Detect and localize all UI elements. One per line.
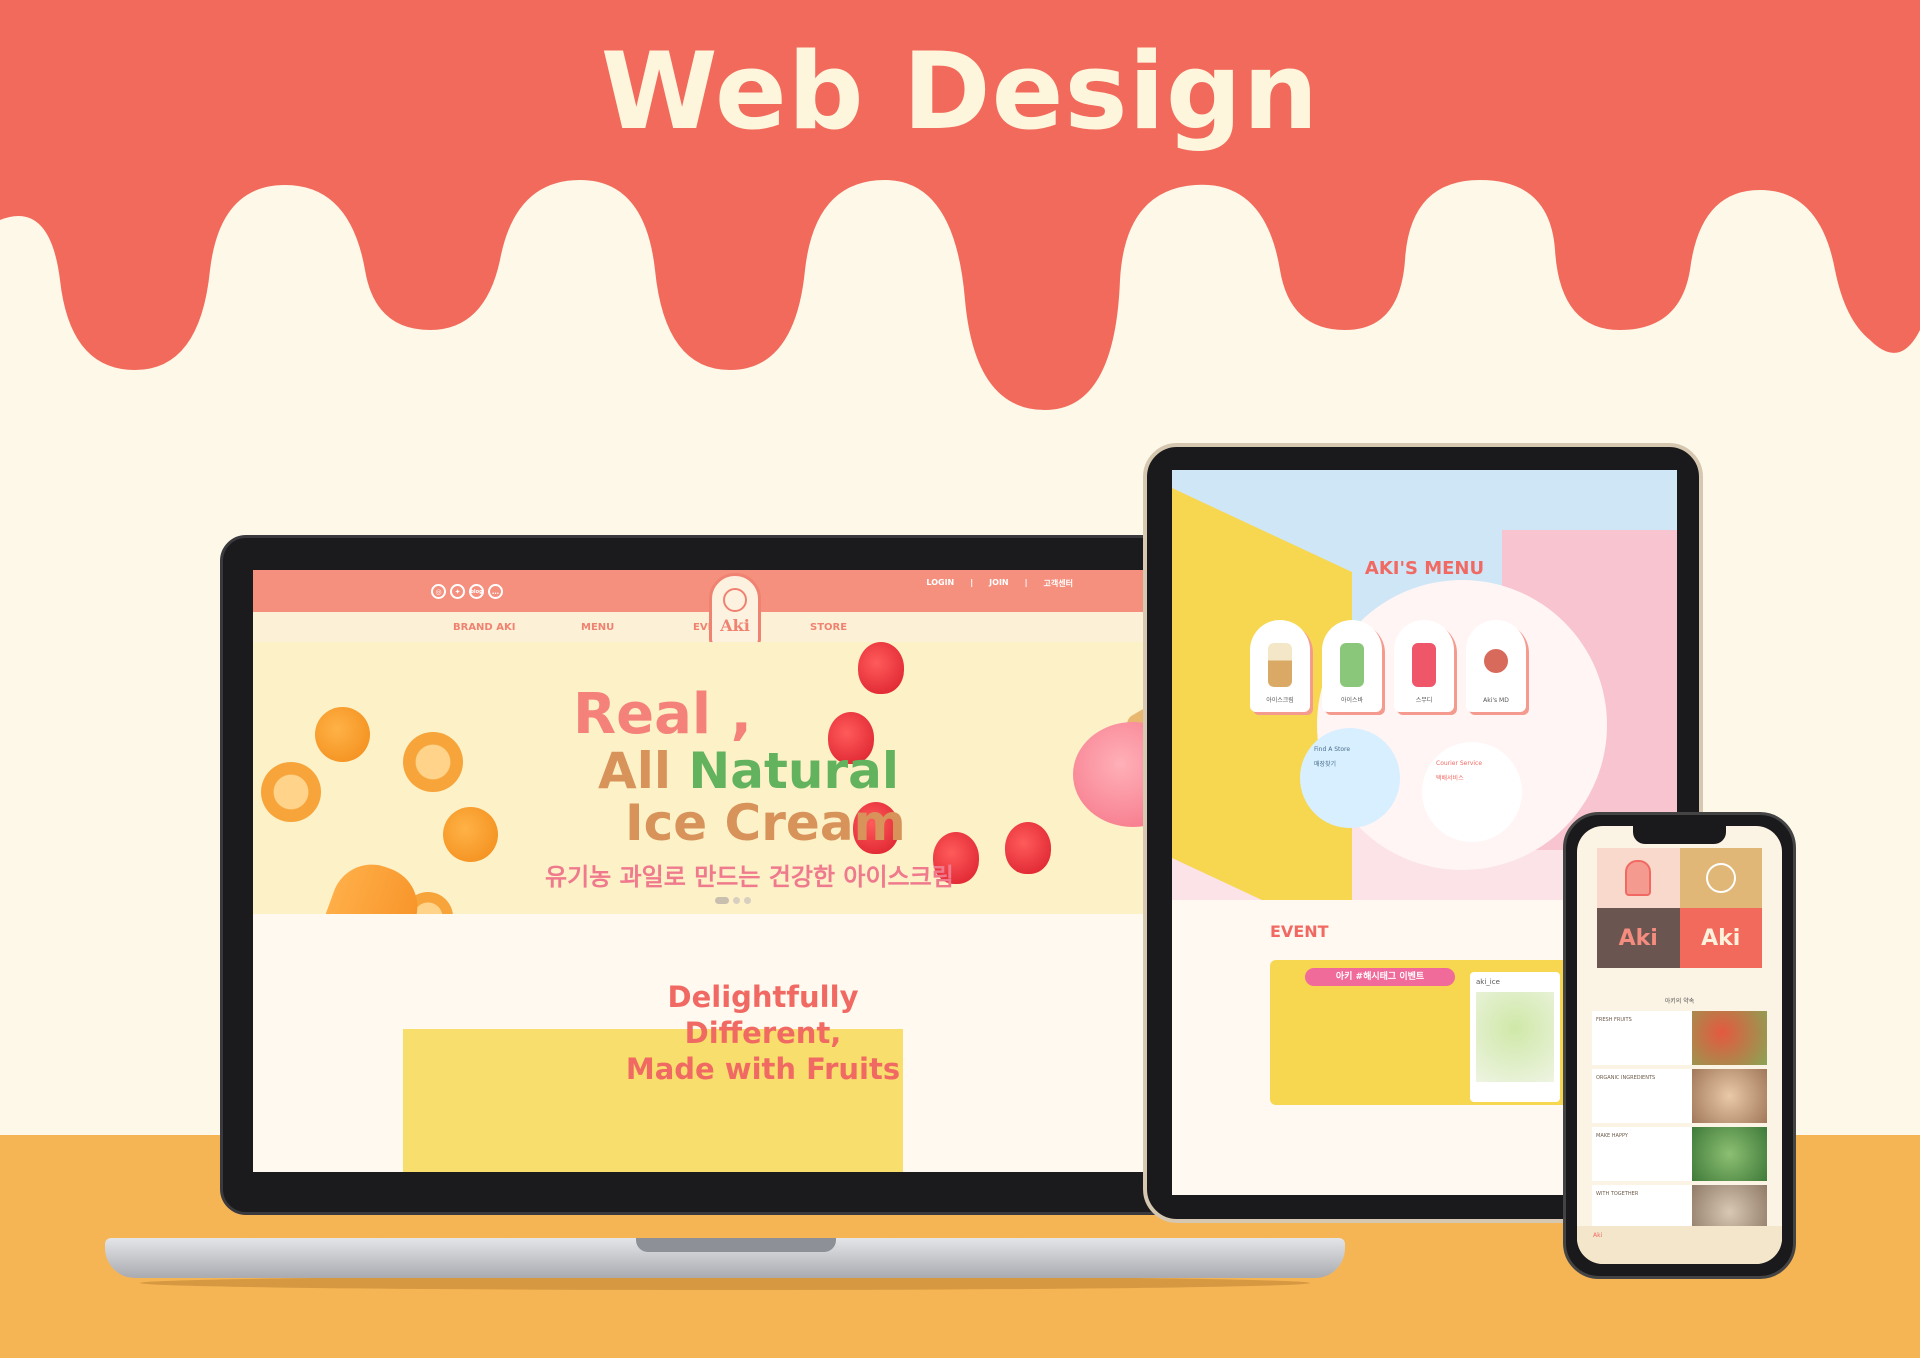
join-link[interactable]: JOIN bbox=[989, 578, 1008, 589]
orange-image bbox=[443, 807, 498, 862]
insta-photo bbox=[1476, 992, 1554, 1082]
page-title: Web Design bbox=[600, 30, 1320, 153]
ice-bar-icon bbox=[1340, 643, 1364, 687]
fruits-photo bbox=[1692, 1011, 1767, 1065]
menu-card-label: 스무디 bbox=[1415, 697, 1433, 704]
customer-center-link[interactable]: 고객센터 bbox=[1044, 578, 1073, 589]
logo-grid: Aki Aki bbox=[1597, 848, 1762, 968]
promise-title: 아키의 약속 bbox=[1664, 998, 1695, 1005]
hero-line-2a: All bbox=[598, 742, 689, 800]
menu-card-md[interactable]: Aki's MD bbox=[1466, 620, 1526, 712]
merch-icon bbox=[1484, 649, 1508, 673]
laptop-notch bbox=[636, 1238, 836, 1252]
carousel-dot-active[interactable] bbox=[715, 897, 729, 904]
hero-line-2: All Natural bbox=[598, 742, 899, 800]
laptop-shadow bbox=[140, 1276, 1310, 1290]
phone-screen: Aki Aki 아키의 약속 FRESH FRUITS ORGANIC INGR… bbox=[1577, 826, 1782, 1264]
logo-cell-coral: Aki bbox=[1679, 908, 1762, 968]
intro-line-2: Different, bbox=[684, 1016, 842, 1050]
find-store-bubble[interactable]: Find A Store 매장찾기 bbox=[1300, 728, 1400, 828]
talk-icon[interactable]: … bbox=[488, 584, 503, 599]
promise-row: ORGANIC INGREDIENTS bbox=[1592, 1069, 1767, 1123]
promise-label: MAKE HAPPY bbox=[1592, 1127, 1692, 1181]
header-separator: | bbox=[970, 578, 974, 587]
instagram-post[interactable]: aki_ice bbox=[1470, 972, 1560, 1102]
hero-line-3: Ice Cream bbox=[625, 794, 906, 852]
store-bubble-label: 매장찾기 bbox=[1314, 761, 1337, 768]
intro-line-1: Delightfully bbox=[667, 980, 859, 1014]
orange-image bbox=[315, 707, 370, 762]
strawberry-image bbox=[858, 642, 904, 694]
ice-cream-face-icon bbox=[723, 587, 747, 612]
menu-card-icebar[interactable]: 아이스바 bbox=[1322, 620, 1382, 712]
insta-handle: aki_ice bbox=[1476, 978, 1500, 986]
nav-store[interactable]: STORE bbox=[810, 622, 847, 633]
intro-line-3: Made with Fruits bbox=[625, 1052, 901, 1086]
intro-section: Delightfully Different, Made with Fruits bbox=[253, 914, 1211, 1172]
menu-card-icecream[interactable]: 아이스크림 bbox=[1250, 620, 1310, 712]
courier-bubble[interactable]: Courier Service 택배서비스 bbox=[1422, 742, 1522, 842]
hero-banner: Real , All Natural Ice Cream 유기농 과일로 만드는… bbox=[253, 642, 1211, 1078]
strawberry-image bbox=[1005, 822, 1051, 874]
logo-cell-badge bbox=[1597, 848, 1680, 908]
promise-label: ORGANIC INGREDIENTS bbox=[1592, 1069, 1692, 1123]
menu-cards: 아이스크림 아이스바 스무디 Aki's MD bbox=[1250, 620, 1526, 712]
people-photo bbox=[1692, 1069, 1767, 1123]
hero-line-2b: Natural bbox=[688, 742, 900, 800]
menu-card-smoothie[interactable]: 스무디 bbox=[1394, 620, 1454, 712]
carousel-dot[interactable] bbox=[744, 897, 751, 904]
orange-slice-image bbox=[261, 762, 321, 822]
social-links: ◎ ✦ blog … bbox=[431, 584, 503, 599]
hero-subtitle: 유기농 과일로 만드는 건강한 아이스크림 bbox=[545, 863, 954, 891]
courier-bubble-title: Courier Service bbox=[1436, 760, 1483, 767]
logo-text: Aki bbox=[720, 615, 750, 635]
menu-card-label: 아이스크림 bbox=[1266, 697, 1294, 704]
logo-cell-face bbox=[1679, 848, 1762, 908]
promise-label: FRESH FRUITS bbox=[1592, 1011, 1692, 1065]
promise-list: FRESH FRUITS ORGANIC INGREDIENTS MAKE HA… bbox=[1592, 1011, 1767, 1243]
footer-logo: Aki bbox=[1593, 1232, 1603, 1239]
promise-row: FRESH FRUITS bbox=[1592, 1011, 1767, 1065]
event-title: EVENT bbox=[1270, 922, 1329, 941]
store-bubble-title: Find A Store bbox=[1314, 746, 1351, 753]
promise-row: MAKE HAPPY bbox=[1592, 1127, 1767, 1181]
orange-slice-image bbox=[403, 732, 463, 792]
logo-cell-dark: Aki bbox=[1597, 908, 1680, 968]
login-link[interactable]: LOGIN bbox=[926, 578, 954, 589]
nav-brand-aki[interactable]: BRAND AKI bbox=[453, 622, 515, 633]
menu-card-label: 아이스바 bbox=[1340, 697, 1364, 704]
menu-card-label: Aki's MD bbox=[1483, 697, 1509, 704]
blog-icon[interactable]: blog bbox=[469, 584, 484, 599]
logo-face-icon bbox=[1705, 863, 1736, 893]
ice-cream-cone-icon bbox=[1268, 643, 1292, 687]
twitter-icon[interactable]: ✦ bbox=[450, 584, 465, 599]
courier-bubble-label: 택배서비스 bbox=[1436, 775, 1464, 782]
nav-menu[interactable]: MENU bbox=[581, 622, 614, 633]
phone-notch bbox=[1633, 826, 1726, 844]
carousel-dots bbox=[715, 897, 751, 904]
header-links: LOGIN | JOIN | 고객센터 bbox=[926, 578, 1073, 589]
menu-title: AKI'S MENU bbox=[1364, 558, 1485, 579]
hero-line-1: Real , bbox=[573, 682, 752, 747]
smoothie-icon bbox=[1412, 643, 1436, 687]
plant-photo bbox=[1692, 1127, 1767, 1181]
phone-footer: Aki bbox=[1577, 1226, 1782, 1264]
intro-heading: Delightfully Different, Made with Fruits bbox=[603, 979, 923, 1087]
carousel-dot[interactable] bbox=[733, 897, 740, 904]
logo-badge-icon bbox=[1625, 860, 1652, 896]
laptop-screen: ◎ ✦ blog … LOGIN | JOIN | 고객센터 BRAND AKI… bbox=[253, 570, 1211, 1172]
site-logo[interactable]: Aki bbox=[709, 573, 761, 649]
instagram-icon[interactable]: ◎ bbox=[431, 584, 446, 599]
event-hashtag: 아키 #해시태그 이벤트 bbox=[1305, 968, 1455, 986]
header-separator: | bbox=[1024, 578, 1028, 587]
